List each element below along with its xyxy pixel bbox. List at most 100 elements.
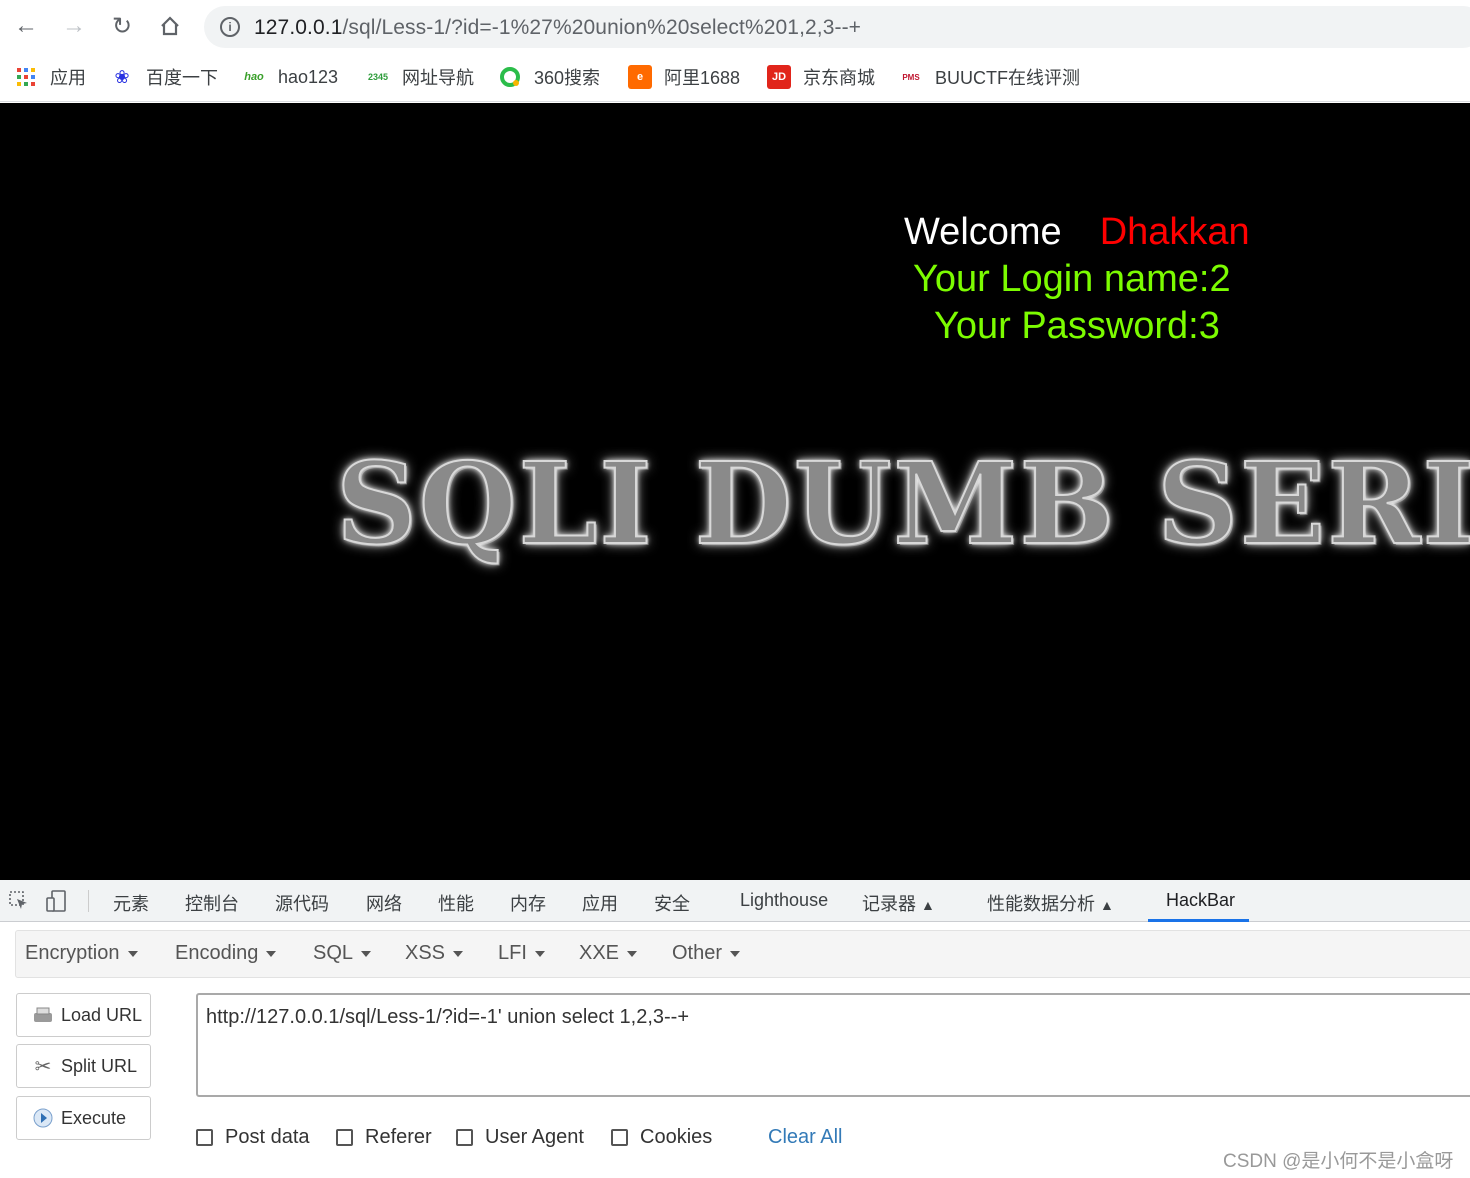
bookmark-buuctf[interactable]: PMS BUUCTF在线评测 bbox=[899, 64, 1080, 90]
clear-all-link[interactable]: Clear All bbox=[768, 1126, 842, 1149]
bookmark-label: 京东商城 bbox=[803, 68, 875, 88]
devtools-tab-strip: 元素 控制台 源代码 网络 性能 内存 应用 安全 Lighthouse 记录器… bbox=[0, 880, 1470, 922]
bookmark-label: 网址导航 bbox=[402, 68, 474, 88]
forward-arrow-icon[interactable]: → bbox=[58, 10, 90, 42]
url-path: /sql/Less-1/?id=-1%27%20union%20select%2… bbox=[342, 16, 862, 39]
tab-console[interactable]: 控制台 bbox=[185, 890, 239, 916]
bookmark-1688[interactable]: e 阿里1688 bbox=[628, 64, 740, 90]
site-info-icon[interactable]: i bbox=[220, 17, 240, 37]
menu-xxe[interactable]: XXE bbox=[579, 942, 638, 965]
hackbar-menu: Encryption Encoding SQL XSS LFI XXE Othe… bbox=[15, 930, 1470, 978]
scissors-icon: ✂ bbox=[34, 1055, 52, 1078]
bookmark-label: hao123 bbox=[278, 66, 339, 87]
checkbox-label: User Agent bbox=[485, 1126, 584, 1148]
caret-down-icon bbox=[730, 950, 741, 957]
url-host: 127.0.0.1 bbox=[254, 16, 343, 39]
password-text: Your Password:3 bbox=[934, 305, 1220, 347]
toolbar-divider bbox=[88, 890, 89, 912]
bookmark-hao123[interactable]: hao hao123 bbox=[242, 64, 338, 90]
page-content: Welcome Dhakkan Your Login name:2 Your Pa… bbox=[0, 103, 1470, 880]
tab-network[interactable]: 网络 bbox=[366, 890, 402, 916]
tab-sources[interactable]: 源代码 bbox=[275, 890, 329, 916]
caret-down-icon bbox=[266, 950, 277, 957]
execute-label: Execute bbox=[61, 1107, 127, 1128]
execute-button[interactable]: Execute bbox=[16, 1096, 151, 1140]
url-textarea[interactable]: http://127.0.0.1/sql/Less-1/?id=-1' unio… bbox=[196, 993, 1470, 1097]
login-name-text: Your Login name:2 bbox=[913, 258, 1231, 300]
checkbox-label: Referer bbox=[365, 1126, 432, 1148]
play-icon bbox=[31, 1106, 55, 1130]
load-url-label: Load URL bbox=[61, 1004, 143, 1025]
bookmark-jd[interactable]: JD 京东商城 bbox=[767, 64, 875, 90]
home-icon[interactable] bbox=[154, 10, 186, 42]
caret-down-icon bbox=[453, 950, 464, 957]
tab-performance-insights-label: 性能数据分析 bbox=[987, 894, 1095, 914]
split-url-button[interactable]: ✂ Split URL bbox=[16, 1044, 151, 1088]
referer-checkbox[interactable]: Referer bbox=[336, 1126, 432, 1149]
tab-performance[interactable]: 性能 bbox=[438, 890, 474, 916]
menu-label: XXE bbox=[579, 942, 620, 964]
caret-down-icon bbox=[127, 950, 138, 957]
menu-label: LFI bbox=[498, 942, 527, 964]
back-arrow-icon[interactable]: ← bbox=[10, 10, 42, 42]
browser-toolbar: ← → ↻ i 127.0.0.1/sql/Less-1/?id=-1%27%2… bbox=[0, 0, 1470, 54]
caret-down-icon bbox=[627, 950, 638, 957]
experiment-flask-icon: ▲ bbox=[921, 897, 935, 913]
address-url[interactable]: 127.0.0.1/sql/Less-1/?id=-1%27%20union%2… bbox=[254, 16, 861, 40]
experiment-flask-icon: ▲ bbox=[1100, 897, 1114, 913]
menu-label: Encryption bbox=[25, 942, 120, 964]
tab-performance-insights[interactable]: 性能数据分析 ▲ bbox=[987, 890, 1114, 916]
post-data-checkbox[interactable]: Post data bbox=[196, 1126, 310, 1149]
menu-label: Other bbox=[672, 942, 723, 964]
menu-encryption[interactable]: Encryption bbox=[25, 942, 138, 965]
tab-security[interactable]: 安全 bbox=[654, 890, 690, 916]
split-url-label: Split URL bbox=[61, 1055, 138, 1076]
checkbox-box[interactable] bbox=[196, 1129, 213, 1146]
bookmark-label: 应用 bbox=[50, 68, 86, 88]
hao123-icon: hao bbox=[244, 71, 264, 83]
tab-recorder[interactable]: 记录器 ▲ bbox=[862, 890, 935, 916]
welcome-line: Welcome Dhakkan bbox=[904, 211, 1250, 254]
welcome-text: Welcome bbox=[904, 211, 1062, 253]
user-name: Dhakkan bbox=[1099, 211, 1250, 253]
apps-grid-icon bbox=[14, 65, 38, 89]
sqli-banner: SQLI DUMB SERIES bbox=[335, 438, 1470, 571]
tab-lighthouse[interactable]: Lighthouse bbox=[740, 890, 828, 911]
menu-encoding[interactable]: Encoding bbox=[175, 942, 277, 965]
bookmark-label: BUUCTF在线评测 bbox=[935, 68, 1080, 88]
checkbox-box[interactable] bbox=[611, 1129, 628, 1146]
device-toolbar-icon[interactable] bbox=[46, 890, 68, 912]
inspect-element-icon[interactable] bbox=[8, 890, 30, 912]
tab-memory[interactable]: 内存 bbox=[510, 890, 546, 916]
bookmark-label: 阿里1688 bbox=[664, 68, 741, 88]
checkbox-box[interactable] bbox=[456, 1129, 473, 1146]
baidu-paw-icon: ❀ bbox=[114, 66, 130, 87]
bookmark-baidu[interactable]: ❀ 百度一下 bbox=[110, 64, 218, 90]
checkbox-box[interactable] bbox=[336, 1129, 353, 1146]
load-url-button[interactable]: Load URL bbox=[16, 993, 151, 1037]
caret-down-icon bbox=[534, 950, 545, 957]
bookmark-2345[interactable]: 2345 网址导航 bbox=[366, 64, 474, 90]
checkbox-label: Post data bbox=[225, 1126, 310, 1148]
tab-application[interactable]: 应用 bbox=[582, 890, 618, 916]
bookmark-360[interactable]: 360搜索 bbox=[498, 64, 600, 90]
bookmarks-bar: 应用 ❀ 百度一下 hao hao123 2345 网址导航 360搜索 e 阿里168… bbox=[0, 54, 1470, 102]
menu-other[interactable]: Other bbox=[672, 942, 741, 965]
bookmark-label: 百度一下 bbox=[146, 68, 218, 88]
tab-hackbar[interactable]: HackBar bbox=[1166, 890, 1235, 911]
menu-lfi[interactable]: LFI bbox=[498, 942, 545, 965]
menu-sql[interactable]: SQL bbox=[313, 942, 372, 965]
ali1688-icon: e bbox=[628, 65, 652, 89]
cookies-checkbox[interactable]: Cookies bbox=[611, 1126, 712, 1149]
bookmark-label: 360搜索 bbox=[534, 68, 601, 88]
bookmark-apps[interactable]: 应用 bbox=[14, 64, 86, 90]
address-bar[interactable]: i 127.0.0.1/sql/Less-1/?id=-1%27%20union… bbox=[204, 6, 1470, 48]
menu-label: Encoding bbox=[175, 942, 259, 964]
tab-recorder-label: 记录器 bbox=[862, 894, 916, 914]
menu-xss[interactable]: XSS bbox=[405, 942, 464, 965]
menu-label: SQL bbox=[313, 942, 354, 964]
user-agent-checkbox[interactable]: User Agent bbox=[456, 1126, 584, 1149]
reload-icon[interactable]: ↻ bbox=[106, 10, 138, 42]
tab-elements[interactable]: 元素 bbox=[113, 890, 149, 916]
menu-label: XSS bbox=[405, 942, 446, 964]
